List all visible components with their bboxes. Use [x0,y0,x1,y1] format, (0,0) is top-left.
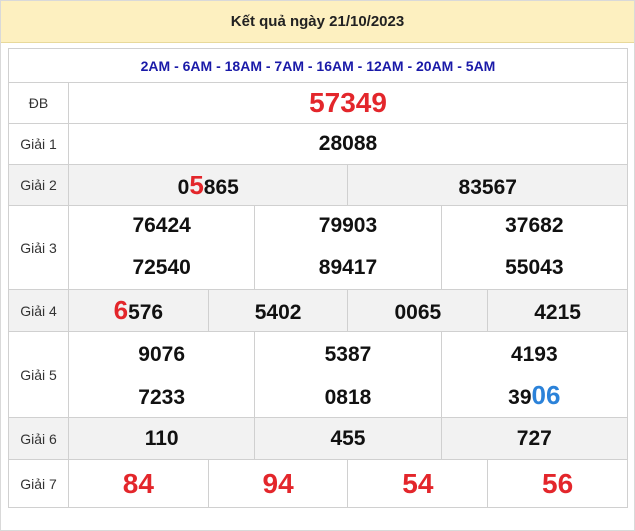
label-g7: Giải 7 [8,459,69,508]
province-codes: 2AM - 6AM - 18AM - 7AM - 16AM - 12AM - 2… [8,48,628,83]
prize-g5-5: 0818 [254,373,442,418]
label-g3: Giải 3 [8,205,69,290]
prize-g5-6: 3906 [440,373,629,418]
results-table: 2AM - 6AM - 18AM - 7AM - 16AM - 12AM - 2… [8,48,629,508]
prize-g5-2: 5387 [254,331,442,374]
prize-g3-2: 79903 [254,205,442,247]
prize-g3-4: 72540 [67,246,256,290]
label-g4: Giải 4 [8,289,69,332]
row-g5-b: 7233 0818 3906 [9,373,629,418]
prize-g6-1: 110 [67,417,256,460]
prize-g7-2: 94 [207,459,349,508]
prize-db: 57349 [68,82,628,124]
row-db: ĐB 57349 [8,82,628,124]
prize-g2-2: 83567 [347,164,628,206]
prize-g5-3: 4193 [440,331,629,374]
row-g1: Giải 1 28088 [8,123,628,165]
prize-g6-3: 727 [440,417,629,460]
results-panel: Kết quả ngày 21/10/2023 2AM - 6AM - 18AM… [0,0,635,531]
prize-g3-6: 55043 [440,246,629,290]
prize-g6-2: 455 [254,417,442,460]
prize-g4-4: 4215 [487,289,628,332]
prize-g7-4: 56 [487,459,628,508]
row-g7: Giải 7 84 94 54 56 [8,459,628,508]
prize-g4-1: 6576 [68,289,209,332]
row-g2: Giải 2 05865 83567 [8,164,628,206]
codes-row: 2AM - 6AM - 18AM - 7AM - 16AM - 12AM - 2… [8,48,628,83]
row-g3-a: Giải 3 76424 79903 37682 [8,205,629,290]
prize-g3-3: 37682 [440,205,629,247]
prize-g7-1: 84 [68,459,209,508]
prize-g5-4: 7233 [67,373,256,418]
prize-g4-3: 0065 [347,289,489,332]
prize-g1: 28088 [68,123,628,165]
row-g5-a: Giải 5 9076 5387 4193 [8,331,629,418]
prize-g2-1: 05865 [67,164,349,206]
row-g3-b: 72540 89417 55043 [9,246,629,290]
label-db: ĐB [8,82,69,124]
prize-g5-1: 9076 [67,331,256,374]
prize-g3-5: 89417 [254,246,442,290]
label-g2: Giải 2 [8,164,69,206]
page-title: Kết quả ngày 21/10/2023 [1,1,634,43]
label-g6: Giải 6 [8,417,69,460]
label-g5: Giải 5 [8,331,69,418]
row-g6: Giải 6 110 455 727 [8,417,629,460]
prize-g3-1: 76424 [67,205,256,247]
row-g4: Giải 4 6576 5402 0065 4215 [8,289,628,332]
prize-g7-3: 54 [347,459,489,508]
label-g1: Giải 1 [8,123,69,165]
prize-g4-2: 5402 [207,289,349,332]
